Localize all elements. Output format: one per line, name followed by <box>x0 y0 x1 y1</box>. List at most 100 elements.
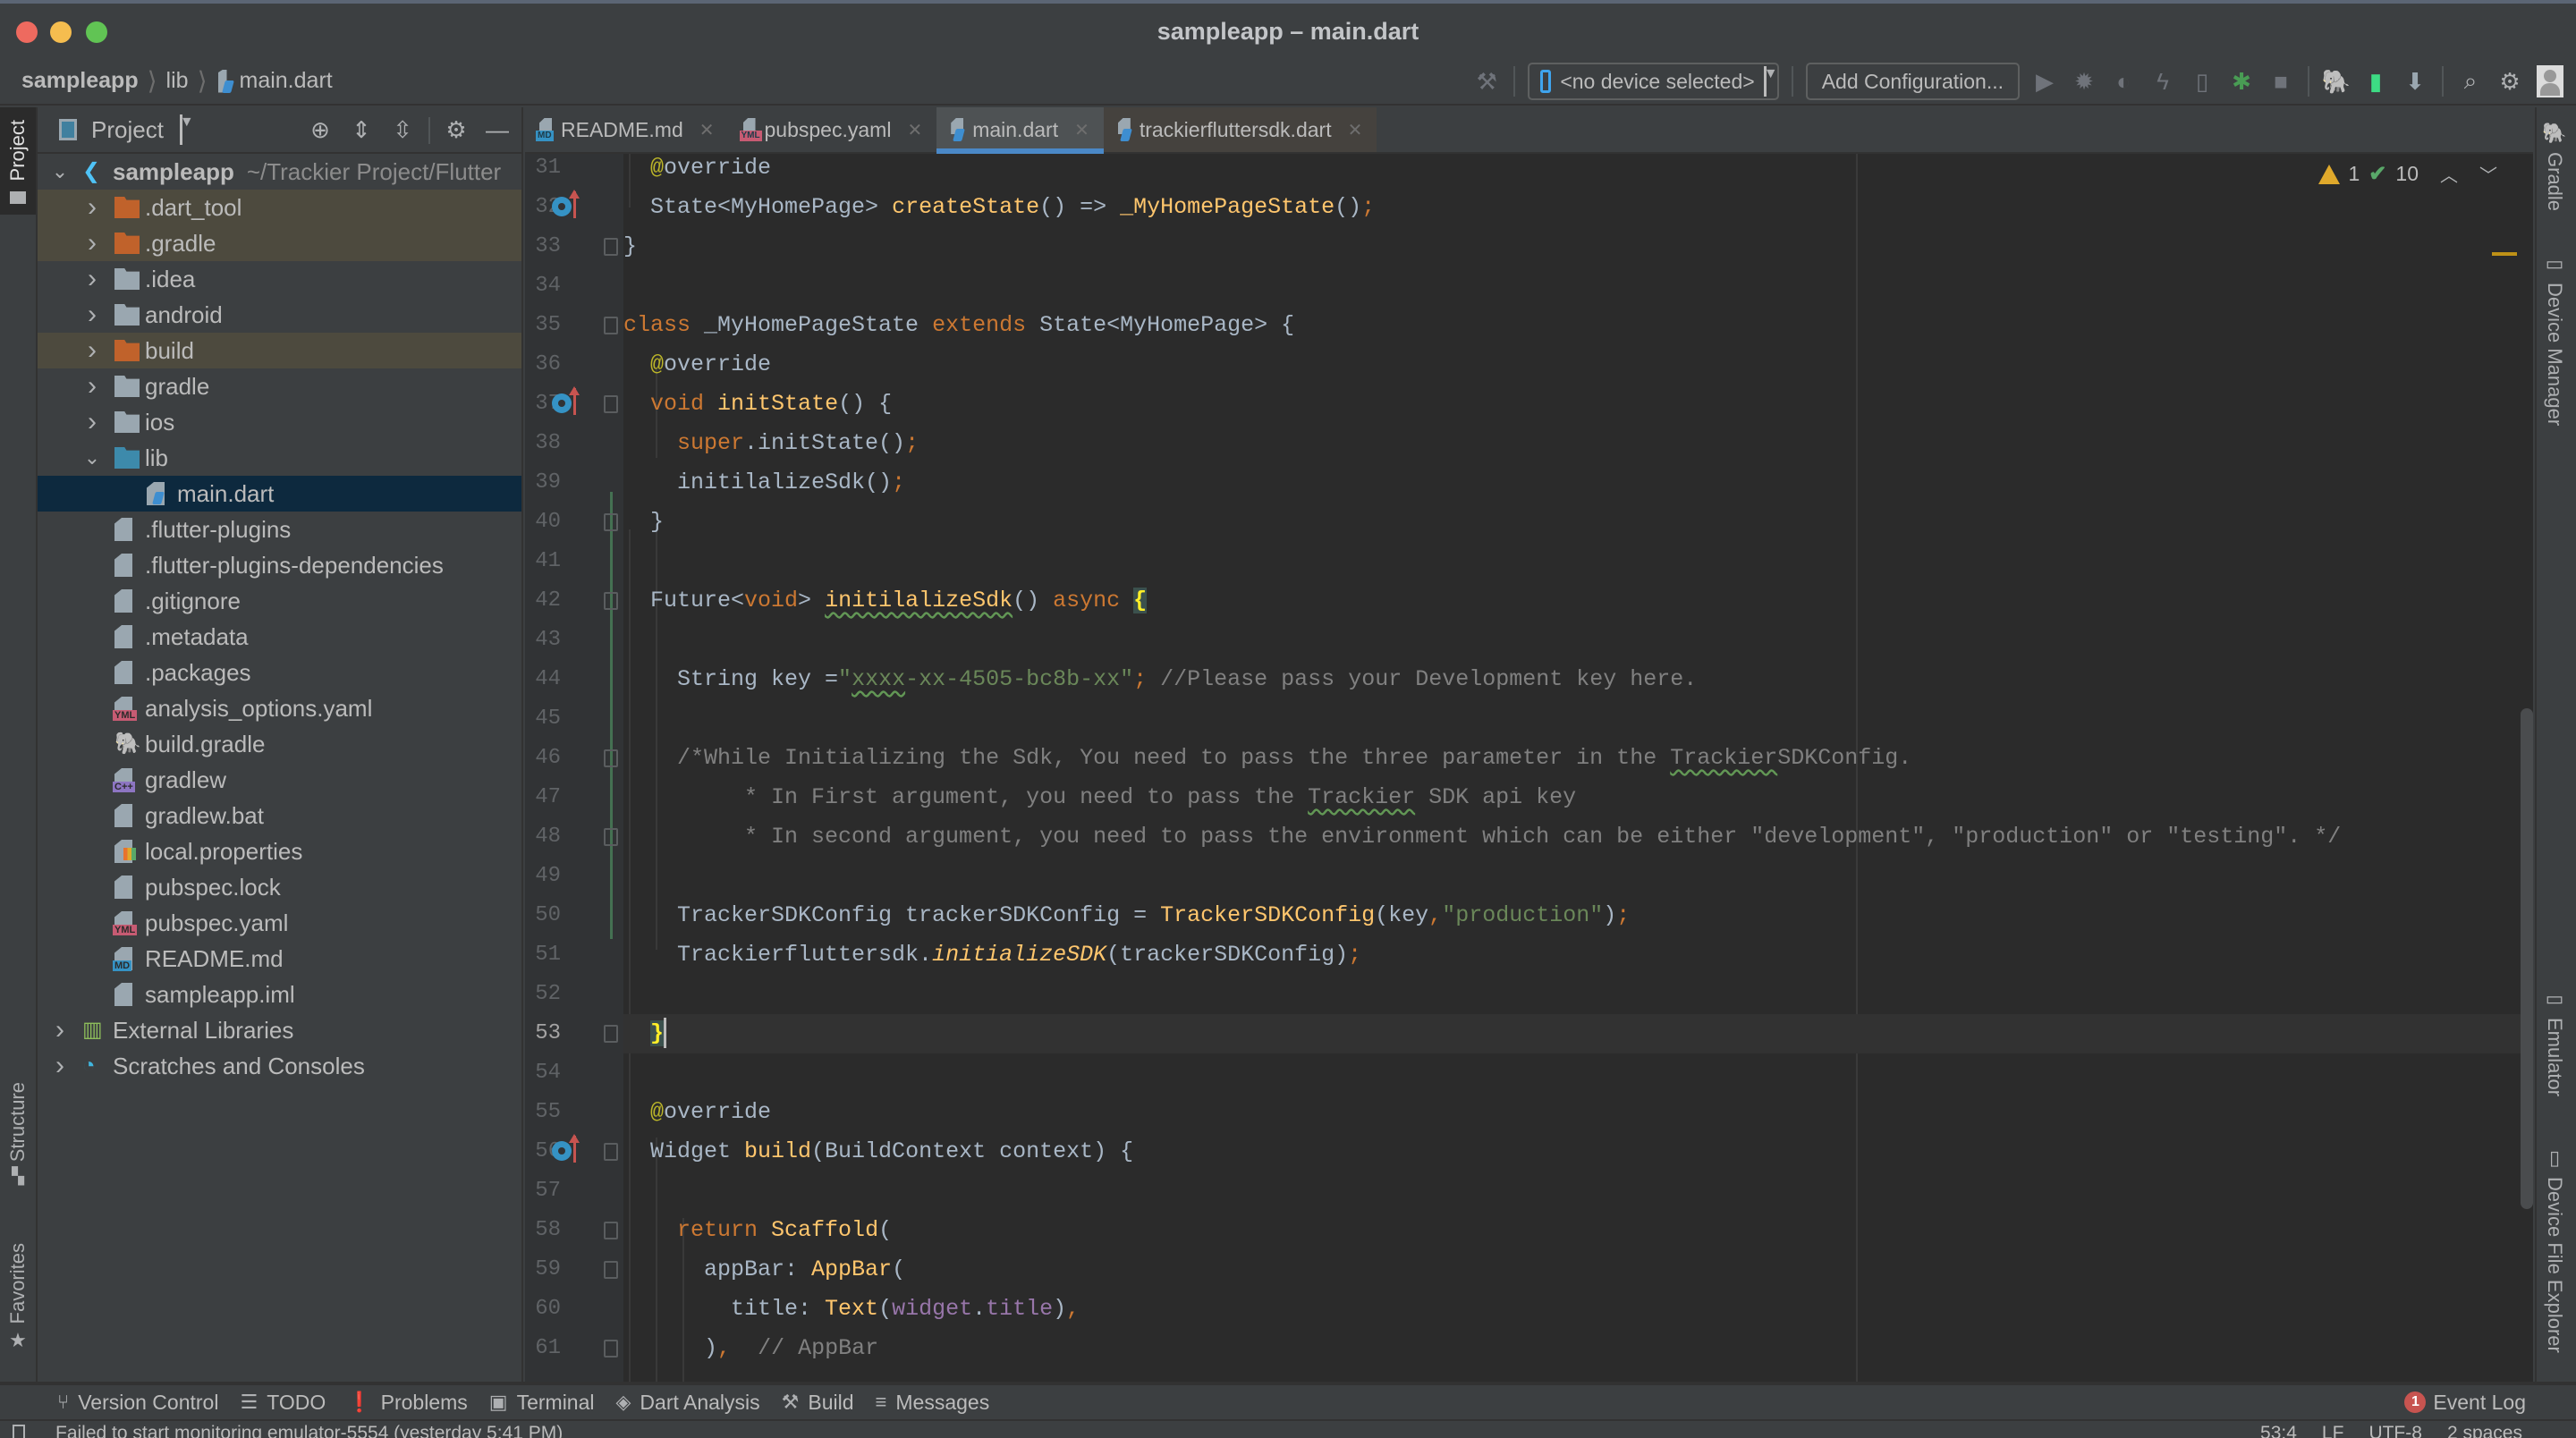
tree-item[interactable]: local.properties <box>38 833 521 869</box>
chevron-right-icon[interactable]: › <box>82 228 102 258</box>
emulator-tool-button[interactable]: ▭ Emulator <box>2537 987 2572 1096</box>
line-number[interactable]: 55 <box>525 1093 561 1132</box>
line-number[interactable]: 51 <box>525 935 561 975</box>
breadcrumb-file[interactable]: main.dart <box>240 68 333 94</box>
flutter-inspector-icon[interactable]: ✱ <box>2222 62 2261 101</box>
code-line[interactable]: 56 Widget build(BuildContext context) { <box>535 1132 2533 1172</box>
tree-item[interactable]: gradlew.bat <box>38 798 521 833</box>
code-line[interactable]: 50 TrackerSDKConfig trackerSDKConfig = T… <box>535 896 2533 935</box>
code-line[interactable]: 53 } <box>535 1014 2533 1053</box>
line-number[interactable]: 61 <box>525 1329 561 1368</box>
sdk-manager-icon[interactable]: ⬇ <box>2395 62 2435 101</box>
expand-all-icon[interactable]: ⇕ <box>346 116 377 144</box>
fold-toggle-icon[interactable] <box>604 592 618 610</box>
fold-toggle-icon[interactable] <box>604 749 618 767</box>
chevron-right-icon[interactable]: › <box>82 192 102 223</box>
fold-toggle-icon[interactable] <box>604 513 618 531</box>
tree-item[interactable]: C++ gradlew <box>38 762 521 798</box>
fold-toggle-icon[interactable] <box>604 1261 618 1279</box>
line-number[interactable]: 39 <box>525 463 561 503</box>
line-number[interactable]: 46 <box>525 739 561 778</box>
tree-item[interactable]: YML analysis_options.yaml <box>38 690 521 726</box>
code-line[interactable]: 46 /*While Initializing the Sdk, You nee… <box>535 739 2533 778</box>
close-tab-icon[interactable]: ✕ <box>907 119 922 141</box>
line-number[interactable]: 40 <box>525 503 561 542</box>
tree-item[interactable]: › gradle <box>38 368 521 404</box>
line-number[interactable]: 44 <box>525 660 561 699</box>
locate-file-icon[interactable]: ⊕ <box>305 116 335 144</box>
tree-item[interactable]: pubspec.lock <box>38 869 521 905</box>
project-tool-button[interactable]: Project <box>0 107 36 215</box>
profile-icon[interactable]: ◐ <box>2104 62 2143 101</box>
tree-item[interactable]: ⌄ ❮ sampleapp ~/Trackier Project/Flutter <box>38 154 521 190</box>
tree-item[interactable]: › android <box>38 297 521 333</box>
code-line[interactable]: 32 State<MyHomePage> createState() => _M… <box>535 188 2533 227</box>
chevron-down-icon[interactable]: ▼ <box>179 114 194 145</box>
chevron-right-icon[interactable]: › <box>82 371 102 402</box>
fold-toggle-icon[interactable] <box>604 395 618 413</box>
fold-toggle-icon[interactable] <box>604 1025 618 1043</box>
line-number[interactable]: 42 <box>525 581 561 621</box>
chevron-right-icon[interactable]: › <box>50 1015 70 1045</box>
add-configuration-button[interactable]: Add Configuration... <box>1805 63 2020 100</box>
chevron-right-icon[interactable]: › <box>50 1051 70 1081</box>
close-tab-icon[interactable]: ✕ <box>699 119 715 141</box>
tool-window-button-todo[interactable]: ☰ TODO <box>240 1391 326 1415</box>
fold-toggle-icon[interactable] <box>604 828 618 846</box>
tree-item[interactable]: sampleapp.iml <box>38 977 521 1012</box>
line-number[interactable]: 58 <box>525 1211 561 1250</box>
tool-window-button-build[interactable]: ⚒ Build <box>782 1391 854 1415</box>
code-line[interactable]: 35 class _MyHomePageState extends State<M… <box>535 306 2533 345</box>
gradle-sync-icon[interactable]: 🐘 <box>2317 62 2356 101</box>
code-line[interactable]: 43 <box>535 621 2533 660</box>
override-marker-icon[interactable] <box>552 393 572 413</box>
chevron-right-icon[interactable]: › <box>82 407 102 437</box>
tree-item[interactable]: main.dart <box>38 476 521 512</box>
chevron-right-icon[interactable]: › <box>82 300 102 330</box>
code-line[interactable]: 59 appBar: AppBar( <box>535 1250 2533 1290</box>
favorites-tool-button[interactable]: Favorites ★ <box>0 1243 36 1352</box>
project-view-selector[interactable]: Project <box>91 116 164 144</box>
tool-window-button-messages[interactable]: ≡ Messages <box>876 1391 990 1415</box>
line-number[interactable]: 33 <box>525 227 561 266</box>
line-number[interactable]: 54 <box>525 1053 561 1093</box>
close-tab-icon[interactable]: ✕ <box>1074 119 1089 141</box>
code-line[interactable]: 33} <box>535 227 2533 266</box>
code-line[interactable]: 51 Trackierfluttersdk.initializeSDK(trac… <box>535 935 2533 975</box>
file-encoding[interactable]: UTF-8 <box>2368 1423 2422 1438</box>
tree-item[interactable]: .flutter-plugins-dependencies <box>38 547 521 583</box>
override-marker-icon[interactable] <box>552 1141 572 1161</box>
code-line[interactable]: 52 <box>535 975 2533 1014</box>
account-icon[interactable] <box>2537 65 2563 97</box>
tree-item[interactable]: 🐘 build.gradle <box>38 726 521 762</box>
previous-problem-icon[interactable]: ︿ <box>2440 161 2458 187</box>
breadcrumb-project[interactable]: sampleapp <box>21 68 139 94</box>
caret-position[interactable]: 53:4 <box>2260 1423 2297 1438</box>
tool-window-button-problems[interactable]: ❗ Problems <box>347 1391 468 1415</box>
tree-item[interactable]: .packages <box>38 655 521 690</box>
code-line[interactable]: 44 String key ="xxxx-xx-4505-bc8b-xx"; /… <box>535 660 2533 699</box>
line-number[interactable]: 60 <box>525 1290 561 1329</box>
line-number[interactable]: 45 <box>525 699 561 739</box>
fold-toggle-icon[interactable] <box>604 1222 618 1239</box>
close-tab-icon[interactable]: ✕ <box>1348 119 1363 141</box>
fold-toggle-icon[interactable] <box>604 1143 618 1161</box>
search-icon[interactable]: ⌕ <box>2451 62 2490 101</box>
fold-toggle-icon[interactable] <box>604 238 618 256</box>
vcs-change-marker[interactable] <box>610 492 613 939</box>
tree-item[interactable]: .gitignore <box>38 583 521 619</box>
code-line[interactable]: 34 <box>535 266 2533 306</box>
line-number[interactable]: 59 <box>525 1250 561 1290</box>
chevron-down-icon[interactable]: ⌄ <box>50 160 70 183</box>
line-number[interactable]: 57 <box>525 1172 561 1211</box>
status-message[interactable]: Failed to start monitoring emulator-5554… <box>55 1423 563 1438</box>
line-number[interactable]: 31 <box>525 154 561 188</box>
code-line[interactable]: 41 <box>535 542 2533 581</box>
tree-item[interactable]: MD README.md <box>38 941 521 977</box>
tree-item[interactable]: .flutter-plugins <box>38 512 521 547</box>
code-line[interactable]: 36 @override <box>535 345 2533 385</box>
tool-windows-toggle-icon[interactable] <box>13 1425 25 1438</box>
line-number[interactable]: 49 <box>525 857 561 896</box>
line-number[interactable]: 53 <box>525 1014 561 1053</box>
apply-changes-icon[interactable]: ϟ <box>2143 62 2182 101</box>
